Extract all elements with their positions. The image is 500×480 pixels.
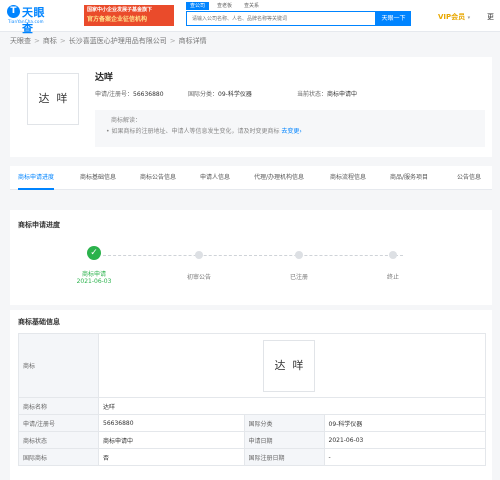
progress-title: 商标申请进度 bbox=[18, 221, 60, 229]
breadcrumb-home[interactable]: 天眼查 bbox=[10, 37, 31, 45]
more-menu[interactable]: 更 bbox=[487, 12, 494, 22]
step-label-preliminary: 初审公告 bbox=[186, 274, 211, 281]
breadcrumb-current: 商标详情 bbox=[178, 37, 207, 45]
table-key: 国际分类 bbox=[243, 414, 325, 432]
table-key: 申请/注册号 bbox=[18, 414, 99, 432]
trademark-image-large: 达咩 bbox=[263, 339, 315, 392]
breadcrumb-separator: > bbox=[34, 37, 40, 45]
meta-reg-number: 申请/注册号：56636880 bbox=[95, 89, 164, 98]
tip-text: • 如果商标的注册地址、申请人等信息发生变化，请及时变更商标 去变更› bbox=[106, 126, 302, 135]
meta-label: 国际分类： bbox=[188, 91, 219, 98]
search-tab-company[interactable]: 查公司 bbox=[186, 2, 210, 10]
table-value: 达咩 bbox=[98, 333, 486, 398]
search-input[interactable] bbox=[186, 11, 376, 26]
step-dot bbox=[389, 251, 397, 259]
site-logo[interactable]: T 天眼查 TianYanCha.com bbox=[7, 5, 51, 35]
top-header: T 天眼查 TianYanCha.com 国家中小企业发展子基金旗下 官方备案企… bbox=[0, 0, 500, 35]
step-label-applied: 商标申请 bbox=[81, 271, 106, 278]
basic-info-title: 商标基础信息 bbox=[18, 318, 60, 326]
table-row: 申请/注册号 56636880 国际分类 09-科学仪器 bbox=[18, 414, 486, 432]
table-value: 09-科学仪器 bbox=[323, 414, 486, 432]
promo-banner[interactable]: 国家中小企业发展子基金旗下 官方备案企业征信机构 bbox=[84, 5, 174, 26]
step-date-applied: 2021-06-03 bbox=[76, 278, 112, 285]
tab-application-progress[interactable]: 商标申请进度 bbox=[18, 166, 55, 190]
tab-applicant-info[interactable]: 申请人信息 bbox=[200, 166, 230, 190]
search-tab-boss[interactable]: 查老板 bbox=[213, 2, 236, 10]
logo-mark-icon: T bbox=[7, 5, 20, 18]
table-row: 商标状态 商标申请中 申请日期 2021-06-03 bbox=[18, 431, 486, 449]
tab-process-info[interactable]: 商标流程信息 bbox=[330, 166, 366, 190]
table-key: 国际商标 bbox=[18, 448, 99, 466]
table-key: 商标名称 bbox=[18, 397, 99, 415]
breadcrumb-company[interactable]: 长沙喜蓝医心护理用品有限公司 bbox=[69, 37, 167, 45]
meta-value: 09-科学仪器 bbox=[218, 91, 252, 98]
trademark-name: 达咩 bbox=[95, 73, 114, 83]
basic-info-table: 商标 达咩 商标名称 达咩 申请/注册号 56636880 国际分类 09-科学… bbox=[18, 333, 486, 466]
table-value: 56636880 bbox=[98, 414, 245, 432]
tab-notice-info[interactable]: 公告信息 bbox=[457, 166, 481, 190]
trademark-summary-card: 达咩 达咩 申请/注册号：56636880 国际分类：09-科学仪器 当前状态：… bbox=[10, 57, 492, 157]
meta-label: 当前状态： bbox=[297, 91, 328, 98]
meta-value: 56636880 bbox=[133, 91, 164, 98]
breadcrumb: 天眼查 > 商标 > 长沙喜蓝医心护理用品有限公司 > 商标详情 bbox=[10, 36, 207, 46]
vip-label: VIP会员 bbox=[438, 13, 466, 21]
table-value: - bbox=[323, 448, 486, 466]
step-label-terminated: 终止 bbox=[386, 274, 399, 281]
banner-line-1: 国家中小企业发展子基金旗下 bbox=[87, 7, 153, 13]
step-dot bbox=[195, 251, 203, 259]
breadcrumb-separator: > bbox=[169, 37, 176, 45]
tab-announcement-info[interactable]: 商标公告信息 bbox=[140, 166, 176, 190]
tab-basic-info[interactable]: 商标基础信息 bbox=[80, 166, 116, 190]
meta-label: 申请/注册号： bbox=[95, 91, 134, 98]
trademark-image: 达咩 bbox=[27, 73, 79, 125]
table-key: 申请日期 bbox=[243, 431, 325, 449]
search-button[interactable]: 天眼一下 bbox=[376, 11, 411, 26]
progress-track bbox=[103, 255, 403, 256]
vip-menu[interactable]: VIP会员 ▾ bbox=[438, 12, 470, 22]
search-tab-relation[interactable]: 查关系 bbox=[240, 2, 263, 10]
bullet-icon: • bbox=[106, 128, 110, 135]
table-row: 商标 达咩 bbox=[18, 333, 486, 398]
basic-info-section: 商标基础信息 商标 达咩 商标名称 达咩 申请/注册号 56636880 国际分… bbox=[10, 310, 492, 480]
table-value: 商标申请中 bbox=[98, 431, 245, 449]
table-value: 否 bbox=[98, 448, 245, 466]
section-tabs: 商标申请进度 商标基础信息 商标公告信息 申请人信息 代理/办理机构信息 商标流… bbox=[10, 166, 492, 190]
table-row: 国际商标 否 国际注册日期 - bbox=[18, 448, 486, 466]
logo-domain: TianYanCha.com bbox=[8, 19, 44, 24]
tip-title: 商标解读： bbox=[111, 117, 142, 124]
table-key: 国际注册日期 bbox=[243, 448, 325, 466]
change-link[interactable]: 去变更 bbox=[281, 128, 299, 135]
table-key: 商标状态 bbox=[18, 431, 99, 449]
chevron-right-icon: › bbox=[299, 128, 302, 135]
breadcrumb-separator: > bbox=[59, 37, 66, 45]
application-progress-section: 商标申请进度 ✓ 商标申请 2021-06-03 初审公告 已注册 终止 bbox=[10, 210, 492, 305]
table-key: 商标 bbox=[18, 333, 99, 398]
table-row: 商标名称 达咩 bbox=[18, 397, 486, 415]
table-value: 2021-06-03 bbox=[323, 431, 486, 449]
check-icon: ✓ bbox=[87, 246, 101, 260]
meta-value: 商标申请中 bbox=[327, 91, 358, 98]
trademark-tip-box: 商标解读： • 如果商标的注册地址、申请人等信息发生变化，请及时变更商标 去变更… bbox=[95, 110, 485, 147]
tip-message: 如果商标的注册地址、申请人等信息发生变化，请及时变更商标 bbox=[111, 128, 280, 135]
banner-line-2: 官方备案企业征信机构 bbox=[87, 16, 148, 23]
breadcrumb-trademark[interactable]: 商标 bbox=[43, 37, 57, 45]
tab-goods-services[interactable]: 商品/服务项目 bbox=[390, 166, 428, 190]
meta-status: 当前状态：商标申请中 bbox=[297, 89, 357, 98]
chevron-down-icon: ▾ bbox=[467, 15, 471, 21]
search-tabs: 查公司 查老板 查关系 bbox=[186, 2, 263, 10]
step-dot bbox=[295, 251, 303, 259]
table-value: 达咩 bbox=[98, 397, 486, 415]
meta-intl-class: 国际分类：09-科学仪器 bbox=[188, 89, 252, 98]
tab-agency-info[interactable]: 代理/办理机构信息 bbox=[254, 166, 304, 190]
step-label-registered: 已注册 bbox=[289, 274, 308, 281]
